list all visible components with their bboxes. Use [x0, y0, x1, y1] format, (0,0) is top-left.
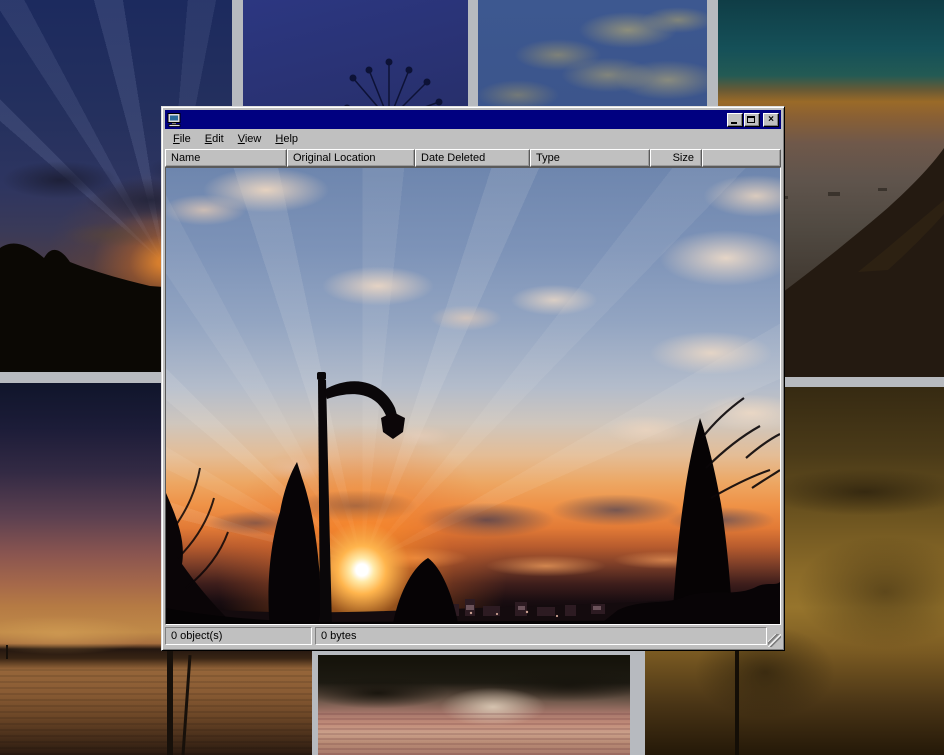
water-ripples [0, 667, 312, 755]
minimize-button[interactable] [727, 113, 743, 127]
water-ripples [318, 710, 630, 755]
lamppost-pole-silhouette [735, 650, 739, 755]
menu-edit[interactable]: Edit [198, 131, 231, 148]
menu-file[interactable]: File [166, 131, 198, 148]
close-icon: × [764, 113, 778, 127]
menu-view[interactable]: View [231, 131, 269, 148]
file-list-viewport-sunset-photo[interactable] [165, 167, 781, 625]
column-header-row: Name Original Location Date Deleted Type… [165, 149, 781, 167]
column-header-name[interactable]: Name [165, 149, 287, 167]
column-header-date-deleted[interactable]: Date Deleted [415, 149, 530, 167]
menu-bar: File Edit View Help [165, 129, 781, 149]
column-header-type[interactable]: Type [530, 149, 650, 167]
desktop: { "desktop": { "wallpaper_tiles": [ {"na… [0, 0, 944, 755]
column-header-original-location[interactable]: Original Location [287, 149, 415, 167]
wallpaper-tile-water-reflection [318, 655, 630, 755]
column-header-size[interactable]: Size [650, 149, 702, 167]
computer-icon [167, 113, 182, 127]
pole-silhouette [167, 647, 173, 755]
close-button[interactable]: × [763, 113, 779, 127]
resize-grip-icon[interactable] [768, 634, 781, 647]
recycle-bin-window: × File Edit View Help Name Original Loca… [161, 106, 785, 651]
pole-silhouette [6, 645, 8, 659]
minimize-icon [731, 122, 737, 124]
menu-help[interactable]: Help [268, 131, 305, 148]
status-byte-count: 0 bytes [315, 627, 767, 645]
status-bar: 0 object(s) 0 bytes [165, 625, 781, 647]
title-bar[interactable]: × [165, 110, 781, 129]
maximize-icon [747, 116, 755, 123]
status-object-count: 0 object(s) [165, 627, 312, 645]
maximize-button[interactable] [744, 113, 760, 127]
column-header-blank[interactable] [702, 149, 781, 167]
silhouette-overlay [166, 168, 780, 625]
